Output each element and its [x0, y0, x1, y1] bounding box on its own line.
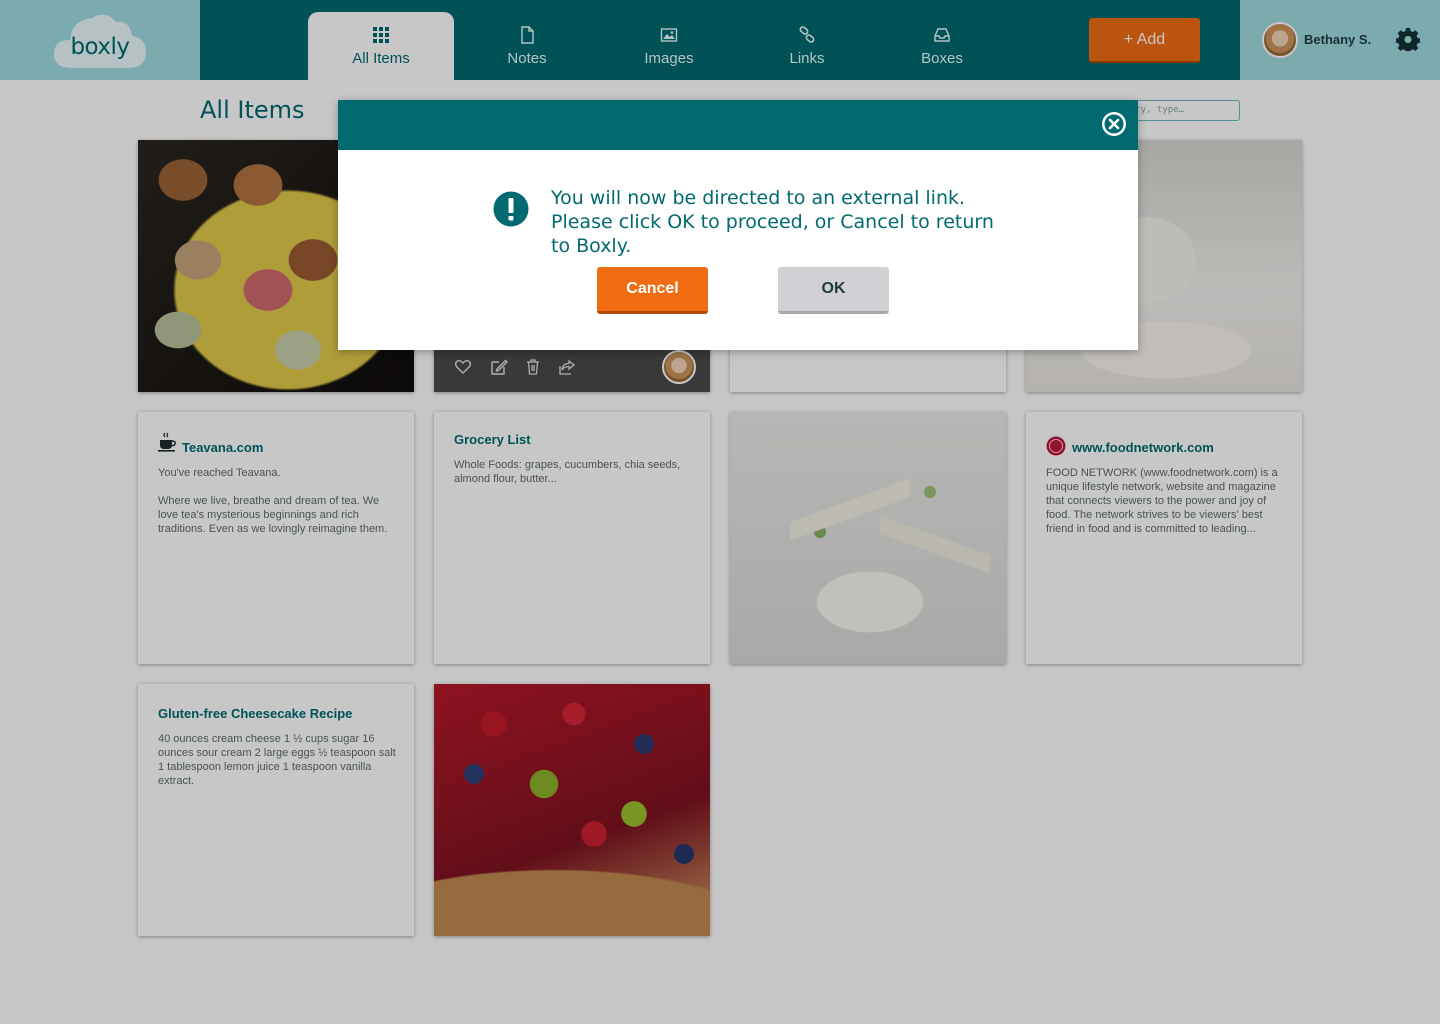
ok-button[interactable]: OK [778, 267, 889, 314]
close-icon[interactable] [1100, 110, 1128, 138]
dialog-message: You will now be directed to an external … [551, 187, 994, 257]
dialog-header [338, 100, 1138, 150]
alert-icon [493, 191, 529, 227]
cancel-button[interactable]: Cancel [597, 267, 708, 314]
external-link-dialog: You will now be directed to an external … [338, 100, 1138, 350]
